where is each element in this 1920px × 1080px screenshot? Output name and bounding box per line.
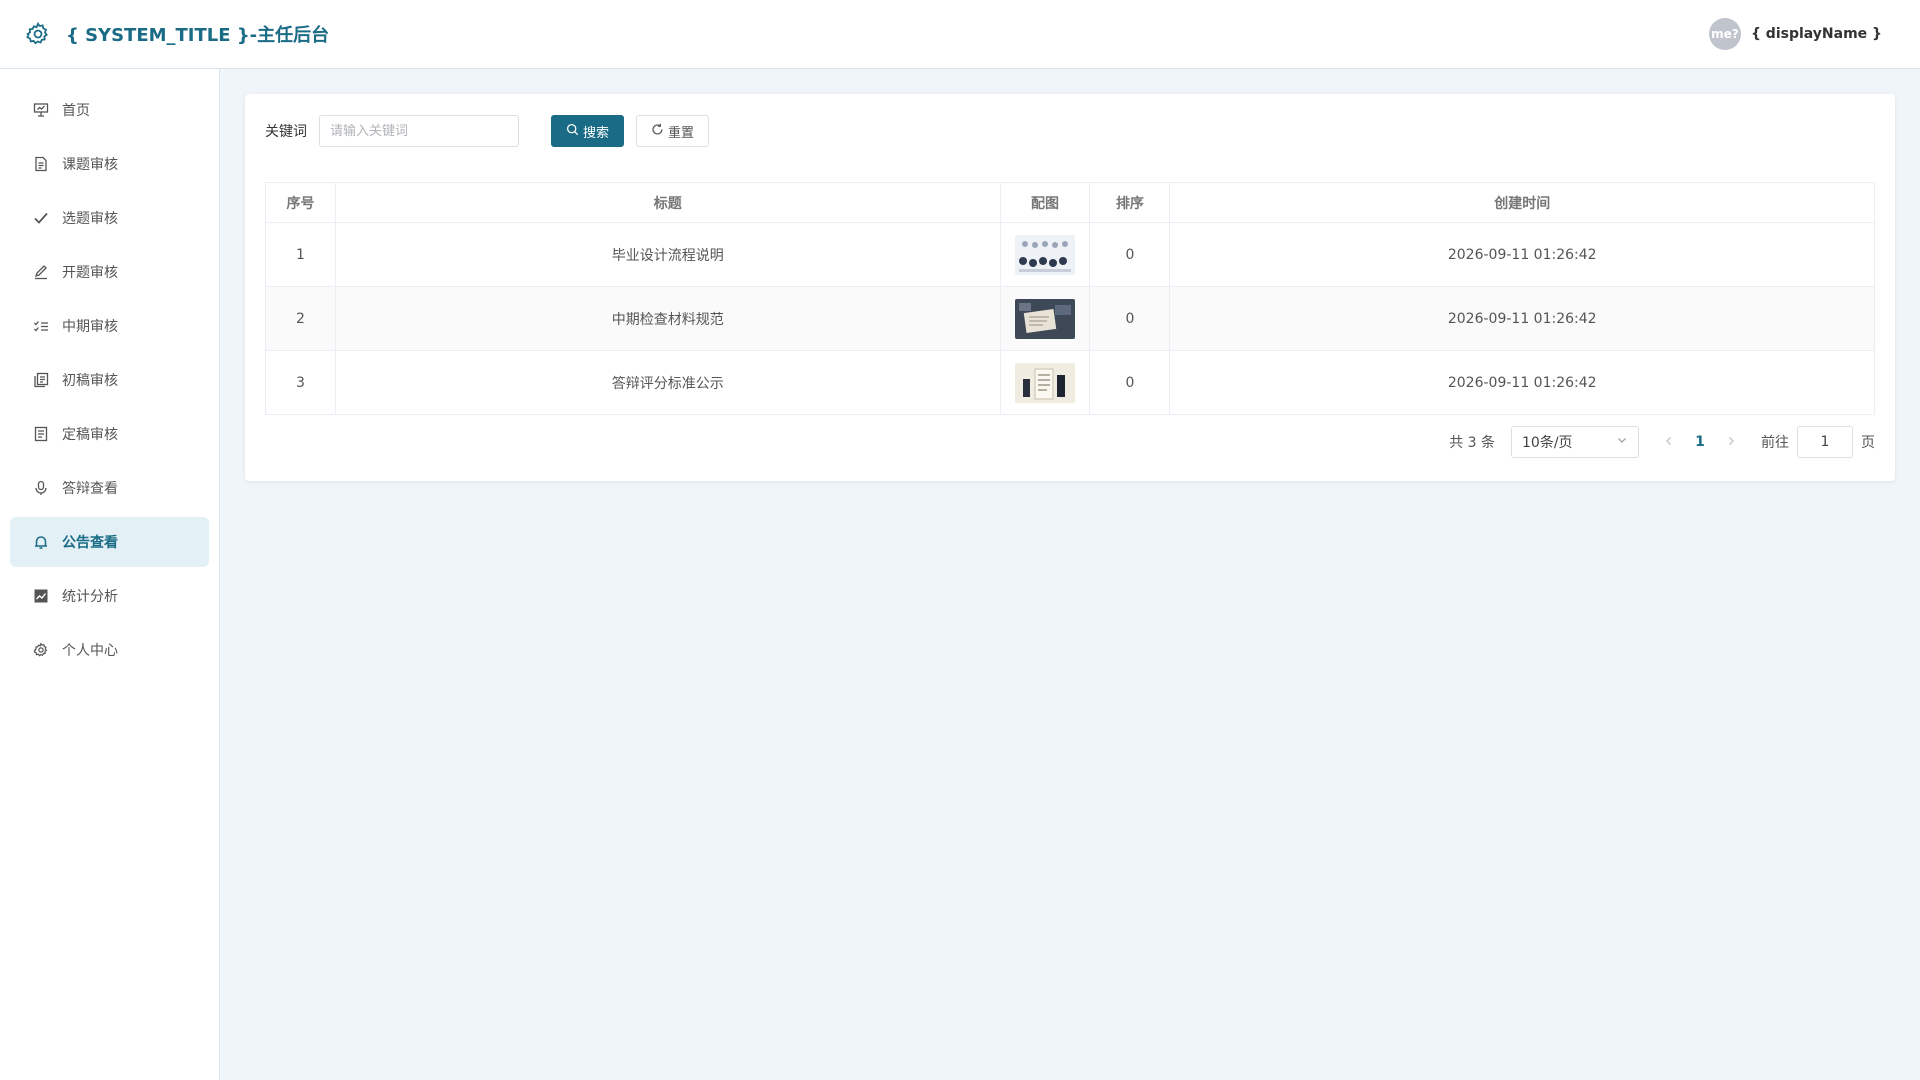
cell-sort: 0	[1089, 286, 1171, 351]
user-menu[interactable]: me? { displayName }	[1708, 18, 1882, 50]
cell-created: 2026-09-11 01:26:42	[1169, 286, 1875, 351]
top-header: { SYSTEM_TITLE }-主任后台 me? { displayName …	[0, 0, 1920, 69]
avatar[interactable]: me?	[1708, 18, 1741, 50]
checklist-icon	[32, 317, 50, 335]
microphone-icon	[32, 479, 50, 497]
copy-document-icon	[32, 371, 50, 389]
app-title: { SYSTEM_TITLE }-主任后台	[66, 25, 330, 46]
check-icon	[32, 209, 50, 227]
refresh-icon	[651, 123, 664, 140]
pen-icon	[32, 263, 50, 281]
sidebar-item-announcements[interactable]: 公告查看	[10, 517, 209, 567]
sidebar-item-defense-view[interactable]: 答辩查看	[10, 463, 209, 513]
sidebar-item-selection-review[interactable]: 选题审核	[10, 193, 209, 243]
goto-page: 前往 页	[1761, 426, 1875, 458]
cell-title: 中期检查材料规范	[334, 286, 1001, 351]
cell-image	[999, 222, 1091, 287]
column-header: 序号	[265, 182, 336, 223]
search-icon	[566, 123, 579, 140]
search-button[interactable]: 搜索	[551, 115, 625, 147]
table-row[interactable]: 1 毕业设计流程说明 0 2026-09-11 01:26:42	[265, 222, 1875, 287]
pagination: 共 3 条 10条/页 1 前往 页	[1449, 426, 1875, 458]
sidebar-item-label: 开题审核	[62, 265, 118, 281]
sidebar-item-label: 初稿审核	[62, 373, 118, 389]
page-size-select[interactable]: 10条/页	[1511, 426, 1639, 458]
chart-icon	[32, 587, 50, 605]
cell-image	[999, 350, 1091, 415]
brand: { SYSTEM_TITLE }-主任后台	[24, 20, 329, 48]
document-icon	[32, 155, 50, 173]
cell-index: 2	[265, 286, 336, 351]
announcements-table: 序号 标题 配图 排序 创建时间 1 毕业设计流程说明 0 2026-09-11…	[265, 182, 1875, 415]
sidebar-item-draft-review[interactable]: 初稿审核	[10, 355, 209, 405]
next-page-button[interactable]	[1717, 434, 1745, 450]
sidebar-item-topic-review[interactable]: 课题审核	[10, 139, 209, 189]
content-card: 关键词 搜索 重置 序号 标题 配图 排序 创建时间 1 毕业设计	[245, 94, 1895, 481]
sidebar-item-label: 公告查看	[62, 535, 118, 551]
sidebar-item-proposal-review[interactable]: 开题审核	[10, 247, 209, 297]
sidebar-item-home[interactable]: 首页	[10, 85, 209, 135]
goto-label: 前往	[1761, 435, 1789, 451]
presentation-icon	[32, 101, 50, 119]
column-header: 排序	[1089, 182, 1171, 223]
goto-page-input[interactable]	[1797, 426, 1853, 458]
reset-button-label: 重置	[668, 125, 695, 141]
sidebar-item-statistics[interactable]: 统计分析	[10, 571, 209, 621]
thumbnail-image[interactable]	[1014, 234, 1075, 275]
cell-image	[999, 286, 1091, 351]
cell-sort: 0	[1089, 350, 1171, 415]
sidebar-item-midterm-review[interactable]: 中期审核	[10, 301, 209, 351]
sidebar-item-label: 定稿审核	[62, 427, 118, 443]
reset-button[interactable]: 重置	[636, 115, 710, 147]
sidebar-item-label: 答辩查看	[62, 481, 118, 497]
gear-icon	[32, 641, 50, 659]
sidebar-item-label: 首页	[62, 103, 90, 119]
search-button-label: 搜索	[583, 125, 610, 141]
thumbnail-image[interactable]	[1014, 298, 1075, 339]
table-row[interactable]: 2 中期检查材料规范 0 2026-09-11 01:26:42	[265, 286, 1875, 351]
keyword-label: 关键词	[265, 124, 307, 140]
column-header: 创建时间	[1169, 182, 1875, 223]
sidebar: 首页 课题审核 选题审核 开题审核 中期审核 初稿审核 定稿审核 答辩查看 公告…	[0, 69, 220, 1080]
column-header: 标题	[334, 182, 1001, 223]
document-list-icon	[32, 425, 50, 443]
page-number[interactable]: 1	[1683, 434, 1717, 450]
prev-page-button[interactable]	[1655, 434, 1683, 450]
page-size-value: 10条/页	[1522, 435, 1573, 451]
sidebar-item-label: 个人中心	[62, 643, 118, 659]
table-header-row: 序号 标题 配图 排序 创建时间	[265, 182, 1875, 223]
gear-logo-icon	[24, 20, 52, 48]
column-header: 配图	[999, 182, 1091, 223]
cell-title: 毕业设计流程说明	[334, 222, 1001, 287]
cell-created: 2026-09-11 01:26:42	[1169, 350, 1875, 415]
sidebar-item-label: 选题审核	[62, 211, 118, 227]
search-bar: 关键词 搜索 重置	[265, 114, 1875, 148]
sidebar-item-profile[interactable]: 个人中心	[10, 625, 209, 675]
thumbnail-image[interactable]	[1014, 362, 1075, 403]
cell-created: 2026-09-11 01:26:42	[1169, 222, 1875, 287]
sidebar-item-label: 统计分析	[62, 589, 118, 605]
total-count: 共 3 条	[1449, 435, 1495, 451]
bell-icon	[32, 533, 50, 551]
cell-index: 3	[265, 350, 336, 415]
sidebar-item-final-review[interactable]: 定稿审核	[10, 409, 209, 459]
username[interactable]: { displayName }	[1751, 26, 1882, 42]
chevron-down-icon	[1616, 434, 1628, 450]
table-row[interactable]: 3 答辩评分标准公示 0 2026-09-11 01:26:42	[265, 350, 1875, 415]
cell-index: 1	[265, 222, 336, 287]
sidebar-item-label: 课题审核	[62, 157, 118, 173]
keyword-input[interactable]	[319, 115, 519, 147]
page-suffix: 页	[1861, 435, 1875, 451]
sidebar-item-label: 中期审核	[62, 319, 118, 335]
cell-title: 答辩评分标准公示	[334, 350, 1001, 415]
cell-sort: 0	[1089, 222, 1171, 287]
